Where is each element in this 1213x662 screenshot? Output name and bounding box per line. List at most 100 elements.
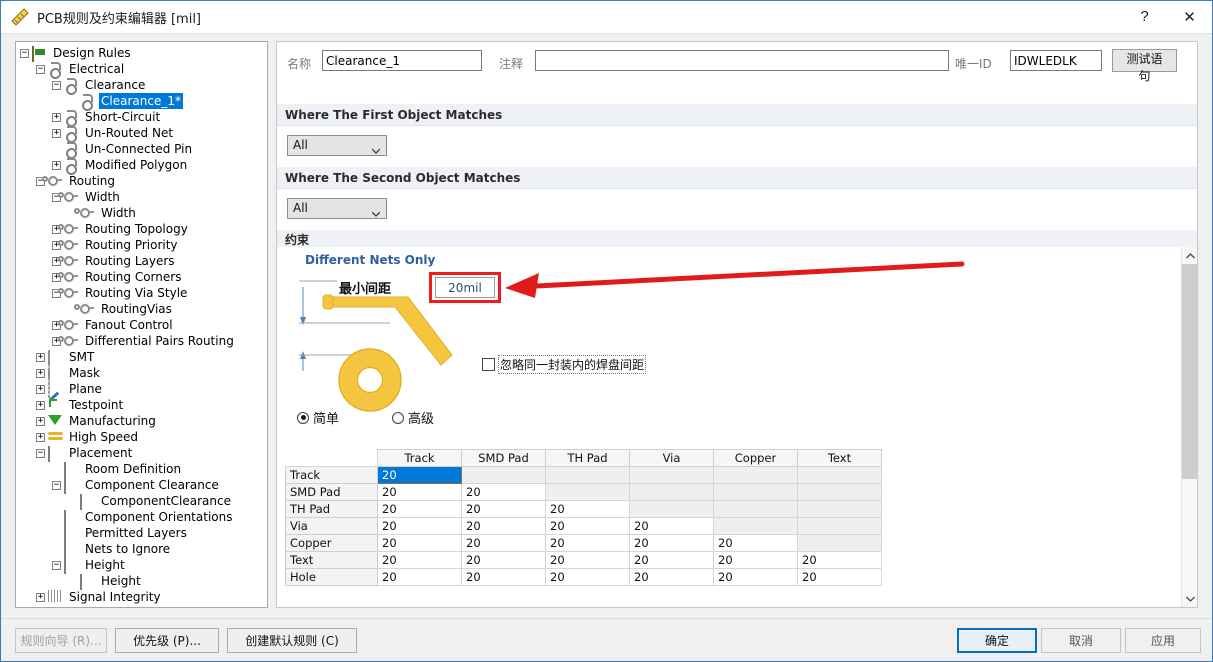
radio-simple-icon[interactable] bbox=[297, 412, 309, 424]
tree-item-component-orientations[interactable]: Component Orientations bbox=[16, 509, 267, 525]
expand-icon[interactable]: + bbox=[52, 113, 61, 122]
table-cell[interactable]: 20 bbox=[546, 569, 630, 586]
table-cell[interactable]: 20 bbox=[798, 552, 882, 569]
table-cell[interactable]: 20 bbox=[714, 535, 798, 552]
tree-item-routing-priority[interactable]: +Routing Priority bbox=[16, 237, 267, 253]
help-icon[interactable]: ? bbox=[1122, 1, 1167, 32]
tree-item-routing-layers[interactable]: +Routing Layers bbox=[16, 253, 267, 269]
table-column-header[interactable]: Text bbox=[798, 450, 882, 467]
tree-item-testpoint[interactable]: +Testpoint bbox=[16, 397, 267, 413]
first-object-select[interactable]: All bbox=[287, 135, 387, 156]
expand-icon[interactable]: + bbox=[36, 593, 45, 602]
tree-item-un-routed-net[interactable]: +Un-Routed Net bbox=[16, 125, 267, 141]
tree-item-high-speed[interactable]: +High Speed bbox=[16, 429, 267, 445]
test-query-button[interactable]: 测试语句 bbox=[1112, 49, 1177, 72]
tree-item-height[interactable]: −Height bbox=[16, 557, 267, 573]
cancel-button[interactable]: 取消 bbox=[1041, 628, 1121, 653]
tree-item-permitted-layers[interactable]: Permitted Layers bbox=[16, 525, 267, 541]
comment-input[interactable] bbox=[535, 50, 949, 71]
table-cell[interactable]: 20 bbox=[546, 535, 630, 552]
tree-item-nets-to-ignore[interactable]: Nets to Ignore bbox=[16, 541, 267, 557]
tree-item-modified-polygon[interactable]: +Modified Polygon bbox=[16, 157, 267, 173]
table-cell[interactable]: 20 bbox=[462, 552, 546, 569]
collapse-icon[interactable]: − bbox=[52, 561, 61, 570]
design-rules-tree[interactable]: −Design Rules−Electrical−ClearanceCleara… bbox=[16, 42, 267, 605]
tree-item-design-rules[interactable]: −Design Rules bbox=[16, 45, 267, 61]
table-cell[interactable]: 20 bbox=[630, 552, 714, 569]
ok-button[interactable]: 确定 bbox=[957, 628, 1037, 653]
tree-item-height[interactable]: Height bbox=[16, 573, 267, 589]
priority-button[interactable]: 优先级 (P)... bbox=[115, 628, 219, 653]
table-column-header[interactable]: Track bbox=[378, 450, 462, 467]
table-row-header[interactable]: SMD Pad bbox=[286, 484, 378, 501]
expand-icon[interactable]: + bbox=[36, 401, 45, 410]
tree-item-manufacturing[interactable]: +Manufacturing bbox=[16, 413, 267, 429]
expand-icon[interactable]: + bbox=[52, 161, 61, 170]
tree-item-mask[interactable]: +Mask bbox=[16, 365, 267, 381]
design-rules-tree-panel[interactable]: −Design Rules−Electrical−ClearanceCleara… bbox=[15, 41, 268, 608]
tree-item-smt[interactable]: +SMT bbox=[16, 349, 267, 365]
table-cell[interactable]: 20 bbox=[546, 518, 630, 535]
mode-advanced-radio[interactable]: 高级 bbox=[392, 408, 434, 427]
tree-item-componentclearance[interactable]: ComponentClearance bbox=[16, 493, 267, 509]
tree-item-component-clearance[interactable]: −Component Clearance bbox=[16, 477, 267, 493]
table-row[interactable]: Copper2020202020 bbox=[286, 535, 882, 552]
checkbox-box-icon[interactable] bbox=[482, 358, 495, 371]
table-column-header[interactable]: Via bbox=[630, 450, 714, 467]
table-row-header[interactable]: Via bbox=[286, 518, 378, 535]
table-cell[interactable]: 20 bbox=[630, 535, 714, 552]
tree-item-routingvias[interactable]: RoutingVias bbox=[16, 301, 267, 317]
rule-wizard-button[interactable]: 规则向导 (R)... bbox=[15, 628, 107, 653]
scroll-down-icon[interactable] bbox=[1182, 590, 1198, 607]
scroll-up-icon[interactable] bbox=[1182, 247, 1198, 264]
tree-item-clearance-1[interactable]: Clearance_1* bbox=[16, 93, 267, 109]
collapse-icon[interactable]: − bbox=[36, 449, 45, 458]
collapse-icon[interactable]: − bbox=[36, 65, 45, 74]
collapse-icon[interactable]: − bbox=[52, 481, 61, 490]
ignore-pad-clearance-checkbox[interactable]: 忽略同一封装内的焊盘间距 bbox=[482, 355, 646, 374]
scrollbar-thumb[interactable] bbox=[1182, 264, 1198, 479]
expand-icon[interactable]: + bbox=[52, 129, 61, 138]
table-cell[interactable]: 20 bbox=[546, 501, 630, 518]
table-column-header[interactable]: Copper bbox=[714, 450, 798, 467]
radio-advanced-icon[interactable] bbox=[392, 412, 404, 424]
table-cell[interactable]: 20 bbox=[462, 569, 546, 586]
tree-item-placement[interactable]: −Placement bbox=[16, 445, 267, 461]
table-cell[interactable]: 20 bbox=[378, 501, 462, 518]
tree-item-routing-corners[interactable]: +Routing Corners bbox=[16, 269, 267, 285]
rule-name-input[interactable] bbox=[322, 50, 482, 71]
tree-item-width[interactable]: Width bbox=[16, 205, 267, 221]
tree-item-routing[interactable]: −Routing bbox=[16, 173, 267, 189]
table-cell[interactable]: 20 bbox=[462, 535, 546, 552]
table-body[interactable]: Track20SMD Pad2020TH Pad202020Via2020202… bbox=[286, 467, 882, 586]
collapse-icon[interactable]: − bbox=[52, 81, 61, 90]
table-row[interactable]: SMD Pad2020 bbox=[286, 484, 882, 501]
table-cell[interactable]: 20 bbox=[378, 467, 462, 484]
table-row-header[interactable]: Text bbox=[286, 552, 378, 569]
table-cell[interactable]: 20 bbox=[462, 518, 546, 535]
clearance-matrix-table[interactable]: TrackSMD PadTH PadViaCopperText Track20S… bbox=[285, 449, 882, 586]
table-row-header[interactable]: Track bbox=[286, 467, 378, 484]
table-cell[interactable]: 20 bbox=[378, 518, 462, 535]
table-cell[interactable]: 20 bbox=[714, 569, 798, 586]
table-cell[interactable]: 20 bbox=[798, 569, 882, 586]
table-row-header[interactable]: Hole bbox=[286, 569, 378, 586]
tree-item-clearance[interactable]: −Clearance bbox=[16, 77, 267, 93]
collapse-icon[interactable]: − bbox=[20, 49, 29, 58]
tree-item-electrical[interactable]: −Electrical bbox=[16, 61, 267, 77]
table-cell[interactable]: 20 bbox=[462, 484, 546, 501]
tree-item-fanout-control[interactable]: +Fanout Control bbox=[16, 317, 267, 333]
table-column-header[interactable]: SMD Pad bbox=[462, 450, 546, 467]
table-column-header[interactable]: TH Pad bbox=[546, 450, 630, 467]
expand-icon[interactable]: + bbox=[36, 369, 45, 378]
table-row[interactable]: Text202020202020 bbox=[286, 552, 882, 569]
table-row[interactable]: Hole202020202020 bbox=[286, 569, 882, 586]
apply-button[interactable]: 应用 bbox=[1125, 628, 1201, 653]
tree-item-routing-topology[interactable]: +Routing Topology bbox=[16, 221, 267, 237]
table-cell[interactable]: 20 bbox=[630, 569, 714, 586]
second-object-select[interactable]: All bbox=[287, 198, 387, 219]
table-row[interactable]: Track20 bbox=[286, 467, 882, 484]
tree-item-routing-via-style[interactable]: −Routing Via Style bbox=[16, 285, 267, 301]
expand-icon[interactable]: + bbox=[36, 385, 45, 394]
table-cell[interactable]: 20 bbox=[378, 569, 462, 586]
